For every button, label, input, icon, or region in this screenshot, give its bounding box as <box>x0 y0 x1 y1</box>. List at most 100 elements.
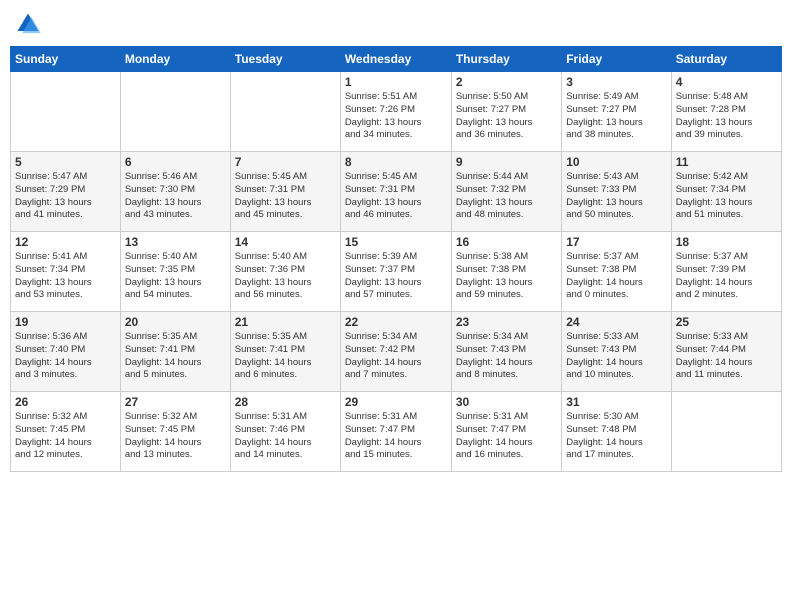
calendar-cell: 9 Sunrise: 5:44 AM Sunset: 7:32 PM Daylig… <box>451 152 561 232</box>
calendar-cell: 16 Sunrise: 5:38 AM Sunset: 7:38 PM Dayli… <box>451 232 561 312</box>
day-of-week-header: Saturday <box>671 47 781 72</box>
day-info: Sunrise: 5:34 AM Sunset: 7:42 PM Dayligh… <box>345 331 447 382</box>
calendar-cell: 26Sunrise: 5:32 AM Sunset: 7:45 PM Dayli… <box>11 392 121 472</box>
calendar-cell: 21Sunrise: 5:35 AM Sunset: 7:41 PM Dayli… <box>230 312 340 392</box>
day-number: 16 <box>456 235 557 249</box>
day-info: Sunrise: 5:43 AM Sunset: 7:33 PM Dayligh… <box>566 171 666 222</box>
calendar-cell: 15 Sunrise: 5:39 AM Sunset: 7:37 PM Dayli… <box>340 232 451 312</box>
day-number: 11 <box>676 155 777 169</box>
day-number: 21 <box>235 315 336 329</box>
day-number: 23 <box>456 315 557 329</box>
day-info: Sunrise: 5:32 AM Sunset: 7:45 PM Dayligh… <box>15 411 116 462</box>
day-info: Sunrise: 5:51 AM Sunset: 7:26 PM Dayligh… <box>345 91 447 142</box>
day-info: Sunrise: 5:34 AM Sunset: 7:43 PM Dayligh… <box>456 331 557 382</box>
calendar-cell: 18 Sunrise: 5:37 AM Sunset: 7:39 PM Dayli… <box>671 232 781 312</box>
day-info: Sunrise: 5:31 AM Sunset: 7:46 PM Dayligh… <box>235 411 336 462</box>
day-info: Sunrise: 5:31 AM Sunset: 7:47 PM Dayligh… <box>345 411 447 462</box>
calendar-cell: 17 Sunrise: 5:37 AM Sunset: 7:38 PM Dayli… <box>562 232 671 312</box>
day-info: Sunrise: 5:30 AM Sunset: 7:48 PM Dayligh… <box>566 411 666 462</box>
day-number: 2 <box>456 75 557 89</box>
day-number: 19 <box>15 315 116 329</box>
day-info: Sunrise: 5:35 AM Sunset: 7:41 PM Dayligh… <box>125 331 226 382</box>
week-row: 5Sunrise: 5:47 AM Sunset: 7:29 PM Daylig… <box>11 152 782 232</box>
day-number: 14 <box>235 235 336 249</box>
day-number: 28 <box>235 395 336 409</box>
day-info: Sunrise: 5:33 AM Sunset: 7:44 PM Dayligh… <box>676 331 777 382</box>
day-number: 30 <box>456 395 557 409</box>
day-info: Sunrise: 5:42 AM Sunset: 7:34 PM Dayligh… <box>676 171 777 222</box>
calendar-cell <box>11 72 121 152</box>
day-info: Sunrise: 5:36 AM Sunset: 7:40 PM Dayligh… <box>15 331 116 382</box>
day-number: 15 <box>345 235 447 249</box>
day-number: 22 <box>345 315 447 329</box>
calendar-cell: 20 Sunrise: 5:35 AM Sunset: 7:41 PM Dayli… <box>120 312 230 392</box>
week-row: 12Sunrise: 5:41 AM Sunset: 7:34 PM Dayli… <box>11 232 782 312</box>
calendar-header-row: SundayMondayTuesdayWednesdayThursdayFrid… <box>11 47 782 72</box>
calendar-cell: 30 Sunrise: 5:31 AM Sunset: 7:47 PM Dayli… <box>451 392 561 472</box>
day-number: 20 <box>125 315 226 329</box>
calendar-cell: 10 Sunrise: 5:43 AM Sunset: 7:33 PM Dayli… <box>562 152 671 232</box>
calendar-cell: 3Sunrise: 5:49 AM Sunset: 7:27 PM Daylig… <box>562 72 671 152</box>
day-info: Sunrise: 5:48 AM Sunset: 7:28 PM Dayligh… <box>676 91 777 142</box>
calendar-cell: 31 Sunrise: 5:30 AM Sunset: 7:48 PM Dayli… <box>562 392 671 472</box>
day-of-week-header: Tuesday <box>230 47 340 72</box>
calendar-cell: 25 Sunrise: 5:33 AM Sunset: 7:44 PM Dayli… <box>671 312 781 392</box>
calendar-table: SundayMondayTuesdayWednesdayThursdayFrid… <box>10 46 782 472</box>
calendar-cell: 2 Sunrise: 5:50 AM Sunset: 7:27 PM Daylig… <box>451 72 561 152</box>
day-info: Sunrise: 5:50 AM Sunset: 7:27 PM Dayligh… <box>456 91 557 142</box>
day-info: Sunrise: 5:33 AM Sunset: 7:43 PM Dayligh… <box>566 331 666 382</box>
calendar-cell <box>671 392 781 472</box>
day-info: Sunrise: 5:38 AM Sunset: 7:38 PM Dayligh… <box>456 251 557 302</box>
day-info: Sunrise: 5:31 AM Sunset: 7:47 PM Dayligh… <box>456 411 557 462</box>
day-of-week-header: Wednesday <box>340 47 451 72</box>
calendar-cell: 13Sunrise: 5:40 AM Sunset: 7:35 PM Dayli… <box>120 232 230 312</box>
day-number: 27 <box>125 395 226 409</box>
day-number: 17 <box>566 235 666 249</box>
week-row: 26Sunrise: 5:32 AM Sunset: 7:45 PM Dayli… <box>11 392 782 472</box>
day-number: 24 <box>566 315 666 329</box>
calendar-cell: 5Sunrise: 5:47 AM Sunset: 7:29 PM Daylig… <box>11 152 121 232</box>
logo-icon <box>14 10 42 38</box>
day-info: Sunrise: 5:47 AM Sunset: 7:29 PM Dayligh… <box>15 171 116 222</box>
day-info: Sunrise: 5:44 AM Sunset: 7:32 PM Dayligh… <box>456 171 557 222</box>
day-of-week-header: Sunday <box>11 47 121 72</box>
day-info: Sunrise: 5:40 AM Sunset: 7:36 PM Dayligh… <box>235 251 336 302</box>
day-info: Sunrise: 5:37 AM Sunset: 7:39 PM Dayligh… <box>676 251 777 302</box>
calendar-cell: 14 Sunrise: 5:40 AM Sunset: 7:36 PM Dayli… <box>230 232 340 312</box>
day-number: 3 <box>566 75 666 89</box>
calendar-cell: 4 Sunrise: 5:48 AM Sunset: 7:28 PM Daylig… <box>671 72 781 152</box>
week-row: 1Sunrise: 5:51 AM Sunset: 7:26 PM Daylig… <box>11 72 782 152</box>
page-header <box>10 10 782 38</box>
calendar-cell: 28 Sunrise: 5:31 AM Sunset: 7:46 PM Dayli… <box>230 392 340 472</box>
day-info: Sunrise: 5:40 AM Sunset: 7:35 PM Dayligh… <box>125 251 226 302</box>
day-number: 9 <box>456 155 557 169</box>
day-number: 18 <box>676 235 777 249</box>
logo <box>14 10 46 38</box>
day-info: Sunrise: 5:45 AM Sunset: 7:31 PM Dayligh… <box>345 171 447 222</box>
calendar-cell: 1Sunrise: 5:51 AM Sunset: 7:26 PM Daylig… <box>340 72 451 152</box>
day-number: 25 <box>676 315 777 329</box>
day-number: 31 <box>566 395 666 409</box>
day-of-week-header: Monday <box>120 47 230 72</box>
calendar-cell: 8 Sunrise: 5:45 AM Sunset: 7:31 PM Daylig… <box>340 152 451 232</box>
calendar-cell: 29 Sunrise: 5:31 AM Sunset: 7:47 PM Dayli… <box>340 392 451 472</box>
day-number: 4 <box>676 75 777 89</box>
day-info: Sunrise: 5:45 AM Sunset: 7:31 PM Dayligh… <box>235 171 336 222</box>
calendar-cell: 19 Sunrise: 5:36 AM Sunset: 7:40 PM Dayli… <box>11 312 121 392</box>
day-of-week-header: Friday <box>562 47 671 72</box>
calendar-cell: 7Sunrise: 5:45 AM Sunset: 7:31 PM Daylig… <box>230 152 340 232</box>
calendar-cell: 24 Sunrise: 5:33 AM Sunset: 7:43 PM Dayli… <box>562 312 671 392</box>
day-number: 8 <box>345 155 447 169</box>
day-number: 29 <box>345 395 447 409</box>
day-info: Sunrise: 5:37 AM Sunset: 7:38 PM Dayligh… <box>566 251 666 302</box>
day-number: 12 <box>15 235 116 249</box>
week-row: 19 Sunrise: 5:36 AM Sunset: 7:40 PM Dayli… <box>11 312 782 392</box>
day-number: 6 <box>125 155 226 169</box>
calendar-cell: 27Sunrise: 5:32 AM Sunset: 7:45 PM Dayli… <box>120 392 230 472</box>
calendar-cell: 12Sunrise: 5:41 AM Sunset: 7:34 PM Dayli… <box>11 232 121 312</box>
day-of-week-header: Thursday <box>451 47 561 72</box>
calendar-cell: 11 Sunrise: 5:42 AM Sunset: 7:34 PM Dayli… <box>671 152 781 232</box>
calendar-cell: 22 Sunrise: 5:34 AM Sunset: 7:42 PM Dayli… <box>340 312 451 392</box>
day-number: 10 <box>566 155 666 169</box>
day-info: Sunrise: 5:39 AM Sunset: 7:37 PM Dayligh… <box>345 251 447 302</box>
